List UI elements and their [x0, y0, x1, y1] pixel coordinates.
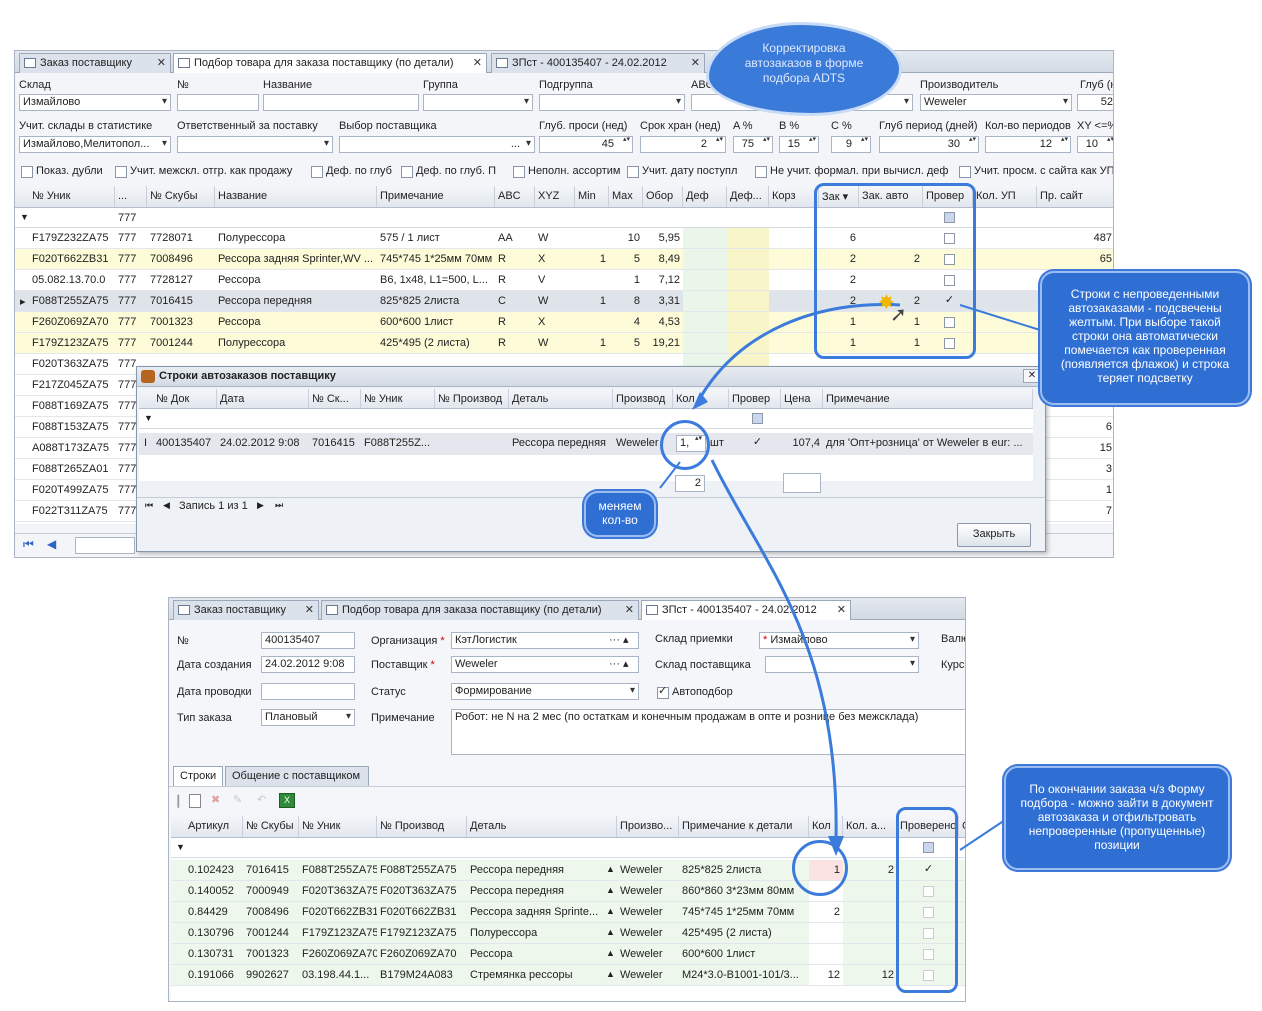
annotation-cloud: Корректировка автозаказов в форме подбор… — [706, 22, 902, 116]
arrowhead-to-dialog — [692, 392, 708, 410]
highlight-order-columns — [814, 183, 976, 359]
callout-yellow-rows: Строки с непроведенными автозаказами - п… — [1040, 271, 1250, 405]
arrow-to-document — [710, 459, 838, 841]
line-callout-after — [959, 819, 1006, 851]
highlight-doc-qty — [792, 840, 848, 896]
callout-after-order: По окончании заказа ч/з Форму подбора - … — [1004, 766, 1230, 870]
highlight-doc-checked — [896, 807, 958, 993]
highlight-qty-field — [660, 420, 710, 470]
mouse-pointer-icon: ➚ — [890, 304, 907, 326]
callout-change-qty: меняем кол-во — [584, 491, 656, 537]
